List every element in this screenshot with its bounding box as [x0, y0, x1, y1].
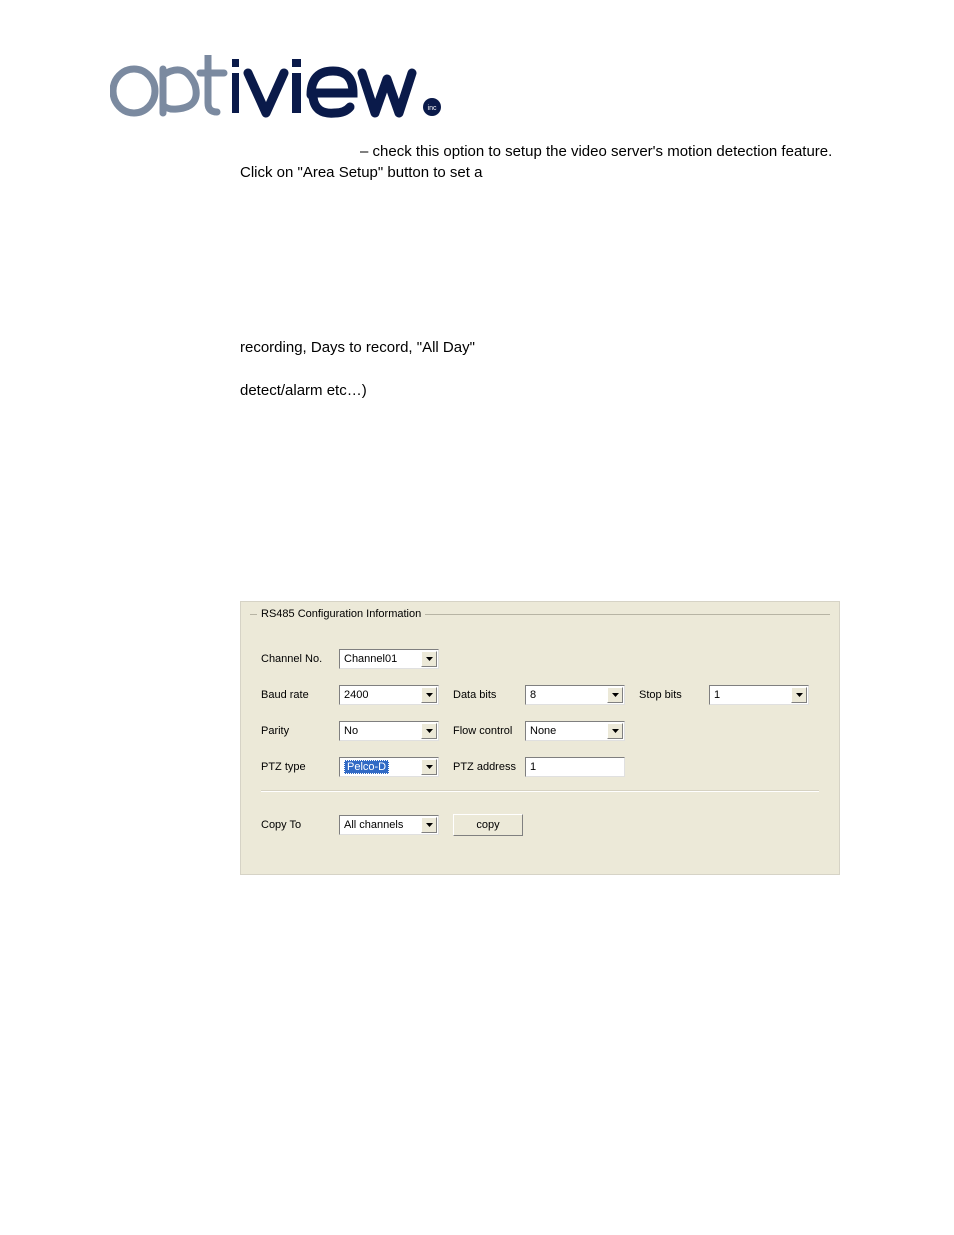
paragraph-1: – check this option to setup the video s…	[240, 141, 844, 183]
copyto-label: Copy To	[261, 819, 339, 831]
chevron-down-icon[interactable]	[421, 759, 437, 775]
chevron-down-icon[interactable]	[421, 651, 437, 667]
flow-label: Flow control	[453, 725, 525, 737]
parity-select[interactable]: No	[339, 721, 439, 741]
stopbits-select[interactable]: 1	[709, 685, 809, 705]
chevron-down-icon[interactable]	[421, 723, 437, 739]
chevron-down-icon[interactable]	[607, 723, 623, 739]
stopbits-label: Stop bits	[639, 689, 709, 701]
logo: inc	[110, 55, 844, 119]
flow-select[interactable]: None	[525, 721, 625, 741]
channel-select[interactable]: Channel01	[339, 649, 439, 669]
baud-select[interactable]: 2400	[339, 685, 439, 705]
copyto-select[interactable]: All channels	[339, 815, 439, 835]
panel-legend: RS485 Configuration Information	[257, 608, 425, 620]
parity-label: Parity	[261, 725, 339, 737]
chevron-down-icon[interactable]	[607, 687, 623, 703]
baud-label: Baud rate	[261, 689, 339, 701]
chevron-down-icon[interactable]	[421, 817, 437, 833]
copy-button[interactable]: copy	[453, 814, 523, 836]
paragraph-3: detect/alarm etc…)	[240, 380, 844, 401]
databits-select[interactable]: 8	[525, 685, 625, 705]
ptzaddr-label: PTZ address	[453, 761, 525, 773]
rs485-config-panel: RS485 Configuration Information Channel …	[240, 601, 840, 875]
databits-label: Data bits	[453, 689, 525, 701]
ptztype-label: PTZ type	[261, 761, 339, 773]
ptztype-select[interactable]: Pelco-D	[339, 757, 439, 777]
channel-label: Channel No.	[261, 653, 339, 665]
svg-text:inc: inc	[428, 105, 437, 112]
chevron-down-icon[interactable]	[791, 687, 807, 703]
ptzaddr-input[interactable]: 1	[525, 757, 625, 777]
paragraph-2: recording, Days to record, "All Day"	[240, 337, 844, 358]
chevron-down-icon[interactable]	[421, 687, 437, 703]
